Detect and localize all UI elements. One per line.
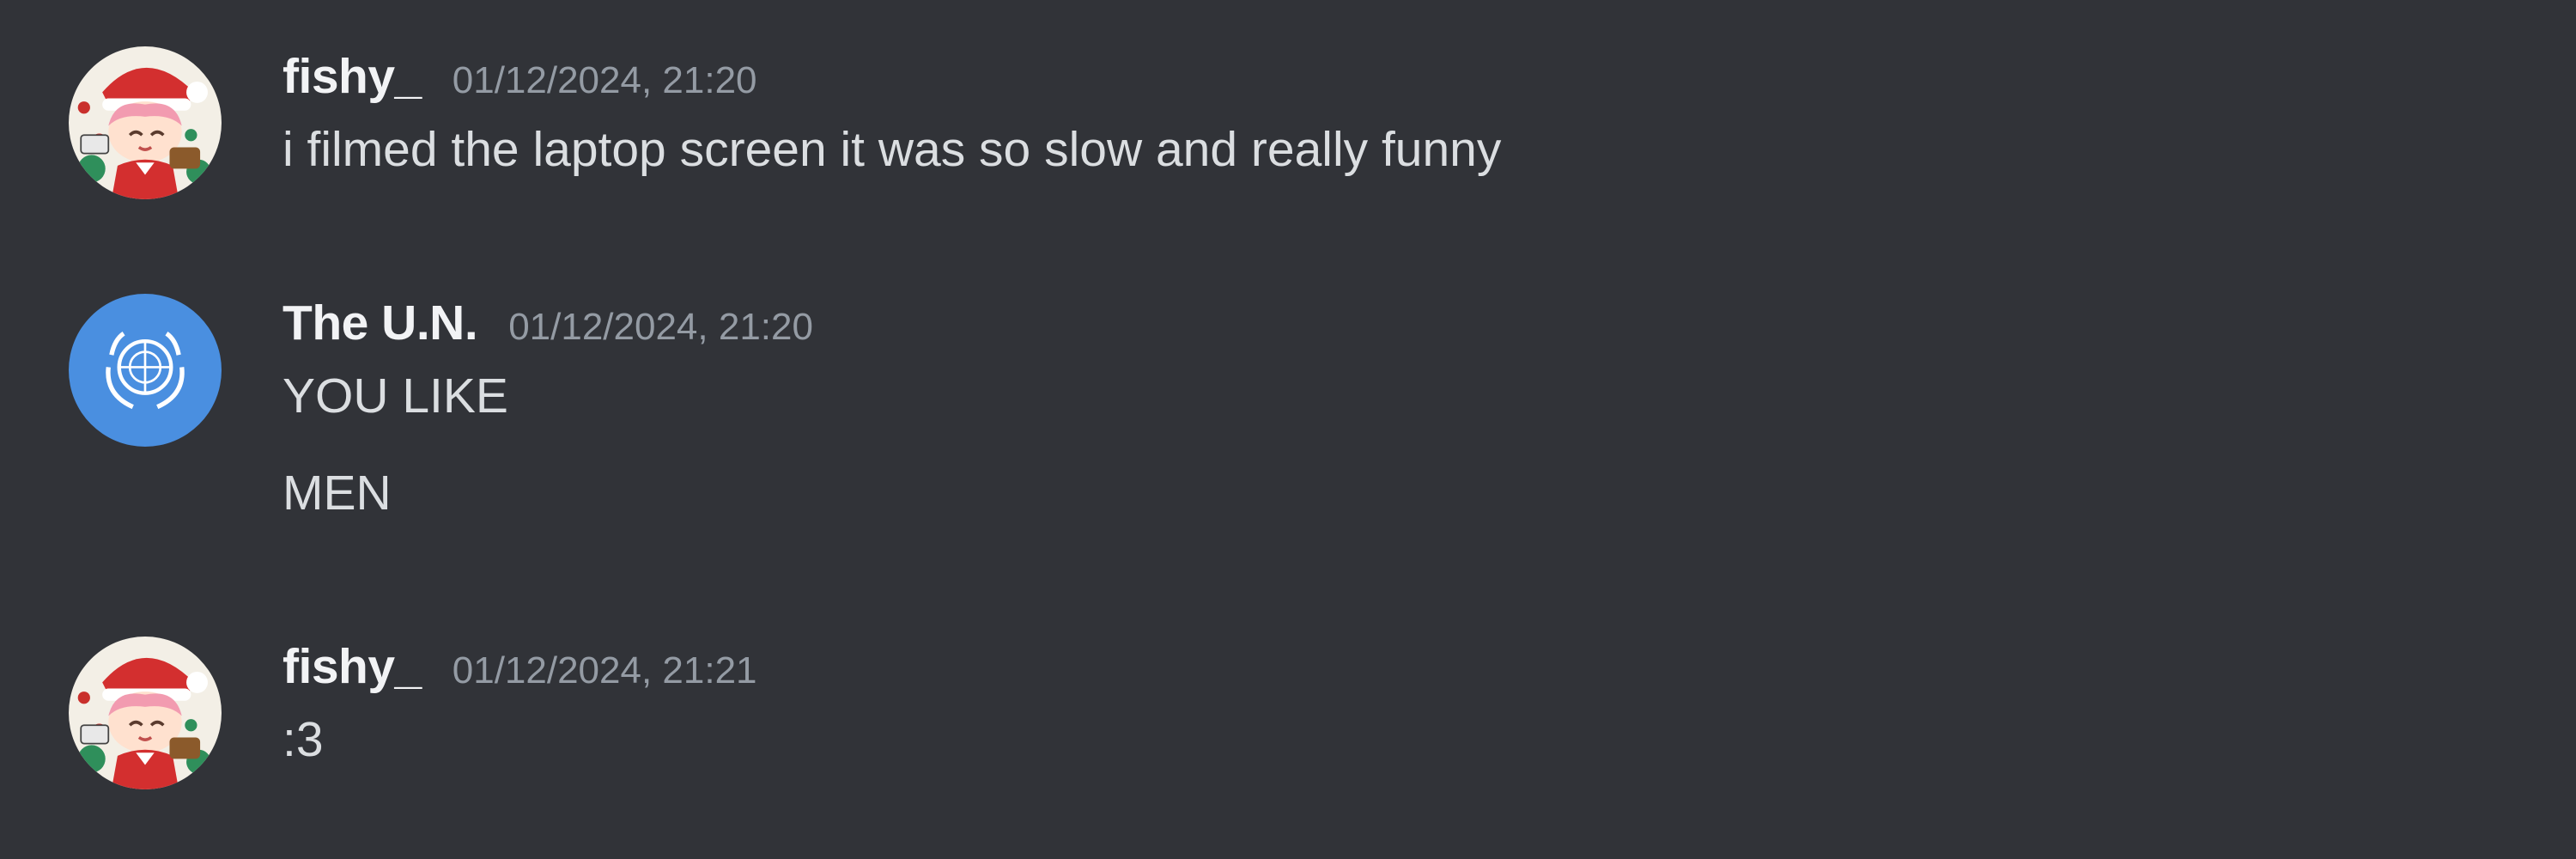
username[interactable]: The U.N. xyxy=(283,295,478,351)
message-header: fishy_ 01/12/2024, 21:21 xyxy=(283,638,757,695)
message-text: MEN xyxy=(283,466,392,521)
message-text: :3 xyxy=(283,712,324,767)
message-content: fishy_ 01/12/2024, 21:20 i filmed the la… xyxy=(283,48,1501,179)
timestamp[interactable]: 01/12/2024, 21:21 xyxy=(453,649,757,692)
avatar[interactable] xyxy=(69,46,222,199)
un-emblem-avatar-icon xyxy=(69,294,222,447)
username[interactable]: fishy_ xyxy=(283,48,422,105)
message-header: fishy_ 01/12/2024, 21:20 xyxy=(283,48,1501,105)
username[interactable]: fishy_ xyxy=(283,638,422,695)
anime-christmas-avatar-icon xyxy=(69,46,222,199)
anime-christmas-avatar-icon xyxy=(69,637,222,789)
timestamp[interactable]: 01/12/2024, 21:20 xyxy=(508,306,813,349)
avatar[interactable] xyxy=(69,294,222,447)
message-content: fishy_ 01/12/2024, 21:21 :3 xyxy=(283,638,757,769)
message-list: fishy_ 01/12/2024, 21:20 i filmed the la… xyxy=(0,0,2576,859)
message-text: i filmed the laptop screen it was so slo… xyxy=(283,122,1502,177)
timestamp[interactable]: 01/12/2024, 21:20 xyxy=(453,59,757,102)
avatar[interactable] xyxy=(69,637,222,789)
message-content: The U.N. 01/12/2024, 21:20 YOU LIKE MEN xyxy=(283,295,813,522)
message-header: The U.N. 01/12/2024, 21:20 xyxy=(283,295,813,351)
message-text: YOU LIKE xyxy=(283,369,508,423)
